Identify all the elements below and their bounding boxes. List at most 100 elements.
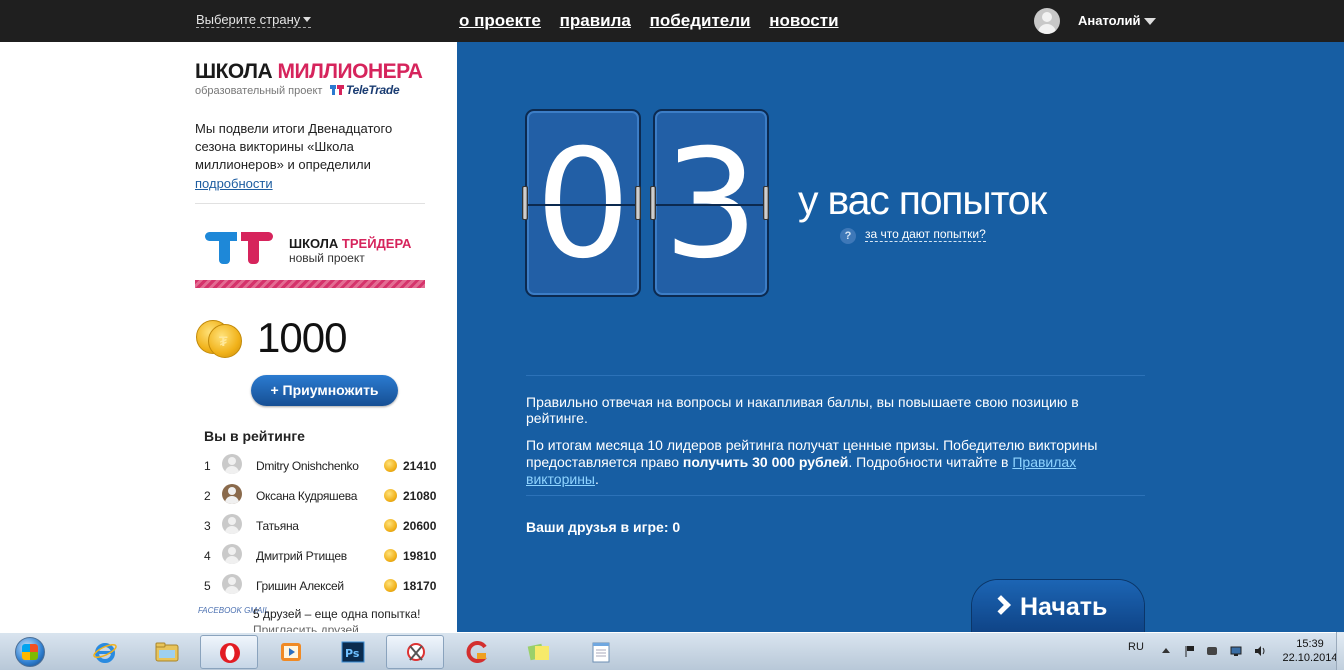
coin-balance: 1000 — [257, 314, 347, 361]
coin-icon — [384, 459, 397, 472]
language-indicator[interactable]: RU — [1128, 641, 1144, 653]
card-split-line — [655, 204, 767, 206]
divider — [526, 495, 1145, 496]
main-nav: о проекте правила победители новости — [459, 11, 853, 31]
rating-rank: 5 — [204, 579, 211, 593]
taskbar-app-ccleaner[interactable] — [448, 635, 506, 669]
start-button-label: Начать — [1020, 593, 1108, 621]
rating-name: Дмитрий Ртищев — [256, 549, 347, 563]
nav-about[interactable]: о проекте — [459, 11, 541, 30]
attempts-help-link[interactable]: за что дают попытки? — [865, 227, 986, 242]
rating-name: Dmitry Onishchenko — [256, 459, 359, 473]
rating-row[interactable]: 1 Dmitry Onishchenko 21410 — [204, 454, 444, 478]
taskbar-app-explorer[interactable] — [138, 635, 196, 669]
divider — [195, 203, 425, 204]
action-center-flag-icon[interactable] — [1184, 645, 1196, 657]
taskbar-app-sticky[interactable] — [510, 635, 568, 669]
rating-name: Гришин Алексей — [256, 579, 344, 593]
rating-points: 19810 — [403, 549, 437, 563]
tray-app-icon[interactable] — [1206, 645, 1218, 657]
ccleaner-icon — [466, 641, 487, 663]
taskbar-app-media[interactable] — [262, 635, 320, 669]
avatar — [222, 574, 242, 594]
nav-news[interactable]: новости — [769, 11, 838, 30]
ie-icon — [93, 643, 117, 663]
rating-rank: 1 — [204, 459, 211, 473]
country-select[interactable]: Выберите страну — [196, 13, 312, 28]
rating-rank: 3 — [204, 519, 211, 533]
logo-word-2: МИЛЛИОНЕРА — [277, 60, 423, 83]
start-button[interactable]: Начать — [972, 580, 1144, 632]
site-logo[interactable]: ШКОЛА МИЛЛИОНЕРА — [195, 60, 423, 84]
avatar — [222, 514, 242, 534]
nav-rules[interactable]: правила — [560, 11, 631, 30]
news-details-link[interactable]: подробности — [195, 176, 273, 191]
attempts-digit-card: 3 — [653, 109, 769, 297]
opera-icon — [220, 643, 240, 663]
rating-points: 18170 — [403, 579, 437, 593]
card-hinge — [522, 186, 528, 220]
card-hinge — [635, 186, 641, 220]
rating-points: 21080 — [403, 489, 437, 503]
divider — [526, 375, 1145, 376]
info-text: . — [594, 471, 599, 487]
teletrade-logo-icon — [330, 85, 344, 95]
trader-school-banner[interactable]: ШКОЛА ТРЕЙДЕРА новый проект — [195, 214, 425, 288]
media-player-icon — [281, 643, 301, 661]
trader-logo-icon — [205, 230, 275, 266]
multiply-button[interactable]: + Приумножить — [251, 375, 398, 406]
rating-name: Татьяна — [256, 519, 299, 533]
rating-row[interactable]: 2 Оксана Кудряшева 21080 — [204, 484, 444, 508]
invite-friends-text: 5 друзей – еще одна попытка! — [253, 607, 421, 621]
rating-points: 20600 — [403, 519, 437, 533]
rating-row[interactable]: 3 Татьяна 20600 — [204, 514, 444, 538]
help-icon[interactable]: ? — [840, 228, 856, 244]
nav-winners[interactable]: победители — [650, 11, 751, 30]
rating-row[interactable]: 5 Гришин Алексей 18170 — [204, 574, 444, 598]
svg-text:Ps: Ps — [345, 647, 360, 660]
notepad-icon — [592, 642, 610, 663]
top-bar: Выберите страну о проекте правила победи… — [0, 0, 1344, 42]
trader-title-word-1: ШКОЛА — [289, 236, 339, 251]
coin-icon — [384, 549, 397, 562]
avatar — [222, 544, 242, 564]
sticky-notes-icon — [527, 643, 549, 661]
network-icon[interactable] — [1230, 645, 1242, 657]
teletrade-brand: TeleTrade — [346, 83, 400, 97]
card-hinge — [650, 186, 656, 220]
trader-title: ШКОЛА ТРЕЙДЕРА — [289, 236, 411, 251]
chevron-down-icon — [1144, 18, 1156, 25]
clock-date: 22.10.2014 — [1282, 652, 1338, 664]
attempts-label: у вас попыток — [798, 177, 1047, 223]
news-text: Мы подвели итоги Двенадцатого сезона вик… — [195, 121, 393, 172]
photoshop-icon: Ps — [341, 641, 365, 663]
taskbar-app-ie[interactable] — [76, 635, 134, 669]
coin-icon — [384, 579, 397, 592]
taskbar-app-opera[interactable] — [200, 635, 258, 669]
rating-title: Вы в рейтинге — [204, 428, 305, 444]
trader-subtitle: новый проект — [289, 251, 365, 265]
coins-icon: ₮ — [196, 318, 246, 360]
show-desktop-button[interactable] — [1336, 632, 1344, 670]
avatar — [222, 454, 242, 474]
taskbar-app-notepad[interactable] — [572, 635, 630, 669]
system-clock[interactable]: 15:39 22.10.2014 — [1280, 637, 1340, 665]
rating-rank: 4 — [204, 549, 211, 563]
rating-rank: 2 — [204, 489, 211, 503]
attempts-digit-card: 0 — [525, 109, 641, 297]
taskbar-app-snipping[interactable] — [386, 635, 444, 669]
volume-icon[interactable] — [1254, 645, 1266, 657]
card-hinge — [763, 186, 769, 220]
avatar — [1034, 8, 1060, 34]
taskbar-app-photoshop[interactable]: Ps — [324, 635, 382, 669]
rating-points: 21410 — [403, 459, 437, 473]
friends-in-game: Ваши друзья в игре: 0 — [526, 519, 681, 535]
card-split-line — [527, 204, 639, 206]
logo-word-1: ШКОЛА — [195, 60, 273, 83]
avatar — [222, 484, 242, 504]
start-menu-orb[interactable] — [8, 635, 52, 669]
tray-chevron-up-icon[interactable] — [1160, 645, 1172, 657]
chevron-right-icon — [991, 595, 1011, 615]
rating-row[interactable]: 4 Дмитрий Ртищев 19810 — [204, 544, 444, 568]
prize-amount: получить 30 000 рублей — [682, 454, 849, 470]
